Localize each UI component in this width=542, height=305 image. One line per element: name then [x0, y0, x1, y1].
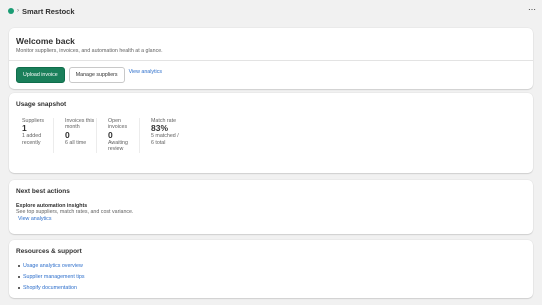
more-actions-button[interactable]: ⋯: [528, 5, 536, 15]
stat-label: Open invoices: [108, 118, 128, 131]
manage-suppliers-button[interactable]: Manage suppliers: [68, 66, 125, 83]
list-item: Usage analytics overview: [16, 263, 526, 269]
usage-snapshot-card: Usage snapshot Suppliers 1 1 added recen…: [9, 93, 533, 173]
stat-sub: Awaiting review: [108, 139, 128, 153]
stat-match-rate: Match rate 83% 5 matched / 6 total: [145, 118, 183, 153]
list-item: Supplier management tips: [16, 274, 526, 280]
actions-title: Next best actions: [16, 188, 70, 195]
resource-link[interactable]: Supplier management tips: [23, 274, 85, 280]
stat-sub: 6 all time: [65, 139, 87, 146]
stat-value: 1: [22, 123, 27, 134]
resources-title: Resources & support: [16, 248, 82, 255]
usage-title: Usage snapshot: [16, 101, 67, 108]
stat-suppliers: Suppliers 1 1 added recently: [16, 118, 54, 153]
next-actions-card: Next best actions Explore automation ins…: [9, 180, 533, 234]
action-view-analytics-link[interactable]: View analytics: [16, 216, 526, 223]
stat-value: 83%: [151, 123, 169, 134]
resource-link[interactable]: Shopify documentation: [23, 285, 77, 291]
stat-invoices-month: Invoices this month 0 6 all time: [59, 118, 97, 153]
chevron-right-icon: ›: [17, 8, 19, 14]
stat-open-invoices: Open invoices 0 Awaiting review: [102, 118, 140, 153]
app-icon: [8, 8, 14, 14]
top-bar: › Smart Restock ⋯: [0, 0, 542, 22]
upload-invoice-button[interactable]: Upload invoice: [16, 66, 65, 83]
stat-value: 0: [108, 129, 113, 140]
resources-list: Usage analytics overview Supplier manage…: [9, 263, 533, 291]
bullet-icon: [18, 276, 20, 279]
usage-stats: Suppliers 1 1 added recently Invoices th…: [9, 118, 533, 153]
stat-sub: 5 matched / 6 total: [151, 133, 179, 146]
stat-sub: 1 added recently: [22, 133, 42, 146]
stat-value: 0: [65, 129, 70, 140]
welcome-title: Welcome back: [16, 36, 75, 46]
bullet-icon: [18, 287, 20, 290]
list-item: Shopify documentation: [16, 285, 526, 291]
stat-label: Invoices this month: [65, 118, 95, 131]
resources-card: Resources & support Usage analytics over…: [9, 240, 533, 298]
resource-link[interactable]: Usage analytics overview: [23, 263, 83, 269]
welcome-card: Welcome back Monitor suppliers, invoices…: [9, 28, 533, 89]
welcome-subtitle: Monitor suppliers, invoices, and automat…: [16, 48, 163, 54]
view-analytics-link[interactable]: View analytics: [129, 69, 162, 75]
app-title: Smart Restock: [22, 6, 75, 16]
bullet-icon: [18, 265, 20, 267]
